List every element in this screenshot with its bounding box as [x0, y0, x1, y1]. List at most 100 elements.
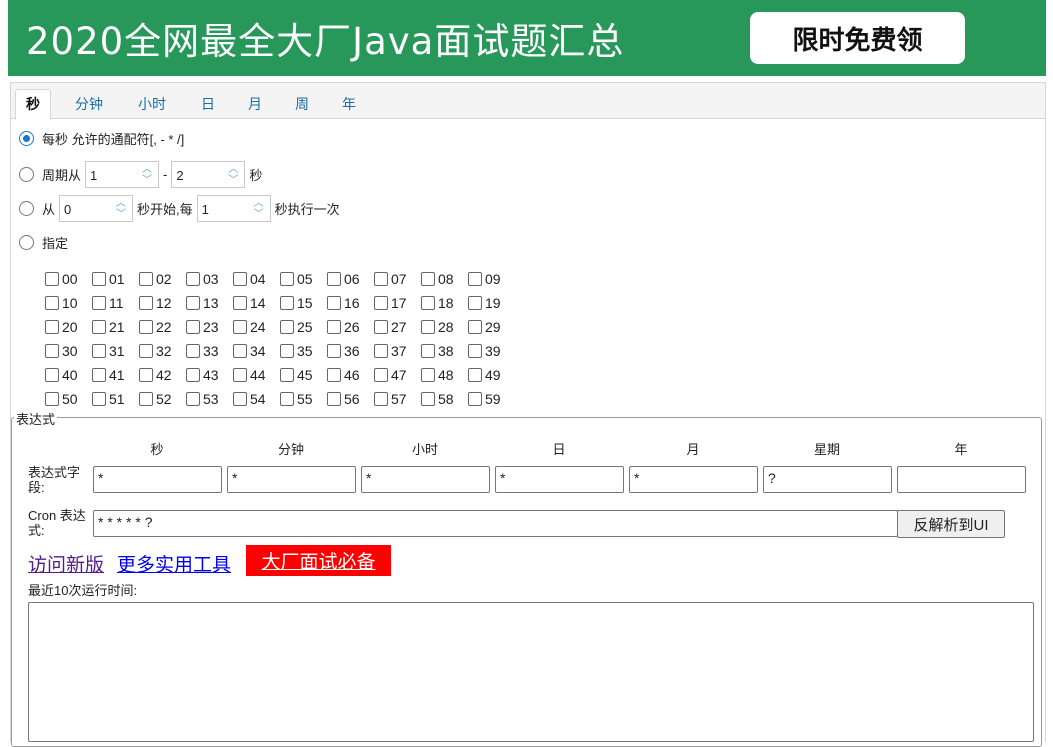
- checkbox[interactable]: [139, 272, 153, 286]
- second-checkbox-item[interactable]: 58: [421, 391, 468, 407]
- second-checkbox-item[interactable]: 52: [139, 391, 186, 407]
- claim-free-button[interactable]: 限时免费领: [750, 12, 965, 64]
- tab-second[interactable]: 秒: [15, 89, 51, 120]
- checkbox[interactable]: [92, 320, 106, 334]
- second-checkbox-item[interactable]: 12: [139, 295, 186, 311]
- checkbox[interactable]: [374, 392, 388, 406]
- reverse-parse-button[interactable]: 反解析到UI: [897, 510, 1005, 538]
- checkbox[interactable]: [45, 272, 59, 286]
- second-checkbox-item[interactable]: 41: [92, 367, 139, 383]
- second-checkbox-item[interactable]: 16: [327, 295, 374, 311]
- checkbox[interactable]: [421, 296, 435, 310]
- checkbox[interactable]: [468, 392, 482, 406]
- checkbox[interactable]: [280, 320, 294, 334]
- second-checkbox-item[interactable]: 25: [280, 319, 327, 335]
- checkbox[interactable]: [327, 320, 341, 334]
- checkbox[interactable]: [280, 368, 294, 382]
- promo-banner[interactable]: 2020全网最全大厂Java面试题汇总 限时免费领: [8, 0, 1046, 76]
- checkbox[interactable]: [327, 368, 341, 382]
- checkbox[interactable]: [374, 272, 388, 286]
- second-checkbox-item[interactable]: 23: [186, 319, 233, 335]
- second-checkbox-item[interactable]: 28: [421, 319, 468, 335]
- every-value[interactable]: 1: [198, 196, 248, 221]
- minute-field[interactable]: *: [227, 466, 356, 493]
- second-checkbox-item[interactable]: 42: [139, 367, 186, 383]
- second-checkbox-item[interactable]: 07: [374, 271, 421, 287]
- checkbox[interactable]: [233, 272, 247, 286]
- second-checkbox-item[interactable]: 17: [374, 295, 421, 311]
- second-checkbox-item[interactable]: 35: [280, 343, 327, 359]
- second-checkbox-item[interactable]: 15: [280, 295, 327, 311]
- checkbox[interactable]: [45, 296, 59, 310]
- second-checkbox-item[interactable]: 09: [468, 271, 515, 287]
- checkbox[interactable]: [233, 344, 247, 358]
- checkbox[interactable]: [45, 320, 59, 334]
- second-checkbox-item[interactable]: 57: [374, 391, 421, 407]
- checkbox[interactable]: [374, 344, 388, 358]
- second-checkbox-item[interactable]: 10: [45, 295, 92, 311]
- second-checkbox-item[interactable]: 32: [139, 343, 186, 359]
- new-version-link[interactable]: 访问新版: [28, 550, 104, 577]
- checkbox[interactable]: [280, 296, 294, 310]
- cycle-to-value[interactable]: 2: [172, 162, 222, 187]
- recent-runs-textarea[interactable]: [28, 602, 1034, 742]
- second-checkbox-item[interactable]: 33: [186, 343, 233, 359]
- chevron-down-icon[interactable]: ﹀: [116, 209, 126, 220]
- checkbox[interactable]: [468, 296, 482, 310]
- checkbox[interactable]: [92, 392, 106, 406]
- checkbox[interactable]: [92, 344, 106, 358]
- second-checkbox-item[interactable]: 39: [468, 343, 515, 359]
- checkbox[interactable]: [45, 344, 59, 358]
- checkbox[interactable]: [327, 344, 341, 358]
- second-checkbox-item[interactable]: 54: [233, 391, 280, 407]
- from-value[interactable]: 0: [60, 196, 110, 221]
- second-checkbox-item[interactable]: 24: [233, 319, 280, 335]
- checkbox[interactable]: [92, 368, 106, 382]
- second-checkbox-item[interactable]: 38: [421, 343, 468, 359]
- checkbox[interactable]: [186, 392, 200, 406]
- second-checkbox-item[interactable]: 30: [45, 343, 92, 359]
- checkbox[interactable]: [374, 320, 388, 334]
- checkbox[interactable]: [233, 296, 247, 310]
- checkbox[interactable]: [280, 344, 294, 358]
- chevron-up-icon[interactable]: ︿: [142, 164, 152, 175]
- hour-field[interactable]: *: [361, 466, 490, 493]
- checkbox[interactable]: [327, 392, 341, 406]
- interview-link-button[interactable]: 大厂面试必备: [246, 545, 391, 576]
- tab-year[interactable]: 年: [332, 91, 366, 119]
- second-checkbox-item[interactable]: 03: [186, 271, 233, 287]
- every-value-stepper[interactable]: 1 ︿ ﹀: [196, 195, 271, 222]
- second-checkbox-item[interactable]: 26: [327, 319, 374, 335]
- tab-hour[interactable]: 小时: [128, 91, 176, 119]
- week-field[interactable]: ?: [763, 466, 892, 493]
- checkbox[interactable]: [139, 392, 153, 406]
- second-checkbox-item[interactable]: 06: [327, 271, 374, 287]
- second-checkbox-item[interactable]: 45: [280, 367, 327, 383]
- from-value-stepper[interactable]: 0 ︿ ﹀: [59, 195, 134, 222]
- cron-expression-input[interactable]: * * * * * ?: [93, 510, 898, 537]
- checkbox[interactable]: [374, 296, 388, 310]
- checkbox[interactable]: [186, 368, 200, 382]
- second-checkbox-item[interactable]: 19: [468, 295, 515, 311]
- second-checkbox-item[interactable]: 50: [45, 391, 92, 407]
- second-checkbox-item[interactable]: 44: [233, 367, 280, 383]
- chevron-up-icon[interactable]: ︿: [116, 198, 126, 209]
- checkbox[interactable]: [374, 368, 388, 382]
- second-checkbox-item[interactable]: 08: [421, 271, 468, 287]
- second-checkbox-item[interactable]: 56: [327, 391, 374, 407]
- tab-week[interactable]: 周: [285, 91, 319, 119]
- second-checkbox-item[interactable]: 22: [139, 319, 186, 335]
- second-checkbox-item[interactable]: 00: [45, 271, 92, 287]
- second-checkbox-item[interactable]: 21: [92, 319, 139, 335]
- day-field[interactable]: *: [495, 466, 624, 493]
- second-checkbox-item[interactable]: 46: [327, 367, 374, 383]
- second-checkbox-item[interactable]: 31: [92, 343, 139, 359]
- second-checkbox-item[interactable]: 49: [468, 367, 515, 383]
- chevron-down-icon[interactable]: ﹀: [142, 175, 152, 186]
- second-checkbox-item[interactable]: 02: [139, 271, 186, 287]
- second-checkbox-item[interactable]: 48: [421, 367, 468, 383]
- checkbox[interactable]: [186, 272, 200, 286]
- chevron-down-icon[interactable]: ﹀: [228, 175, 238, 186]
- checkbox[interactable]: [468, 320, 482, 334]
- checkbox[interactable]: [421, 368, 435, 382]
